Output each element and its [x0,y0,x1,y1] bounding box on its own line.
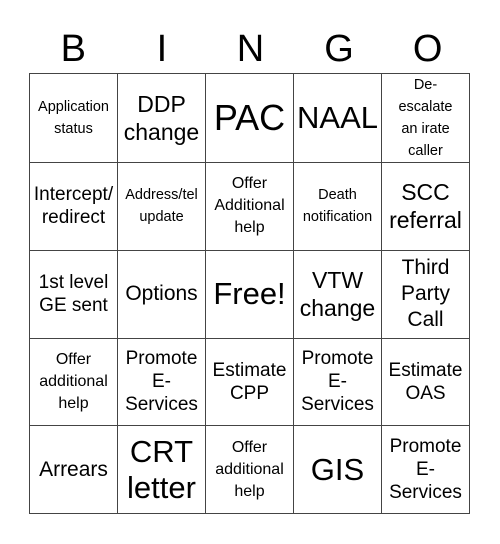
bingo-cell[interactable]: Offer additional help [29,337,118,427]
header-letter-o: O [412,28,443,70]
bingo-cell[interactable]: SCC referral [381,162,470,251]
bingo-cell[interactable]: Promote E- Services [293,337,382,427]
bingo-cell[interactable]: Arrears [29,425,118,514]
bingo-cell[interactable]: Intercept/ redirect [29,162,118,251]
bingo-cell[interactable]: NAAL [293,73,382,163]
bingo-cell[interactable]: CRT letter [117,425,206,514]
bingo-cell[interactable]: Offer Additional help [205,162,294,251]
bingo-cell[interactable]: GIS [293,425,382,514]
header-letter-g: G [324,28,354,70]
bingo-cell[interactable]: De- escalate an irate caller [381,73,470,163]
bingo-cell[interactable]: 1st level GE sent [29,249,118,339]
card-row: 1st level GE sent Options Free! VTW chan… [29,249,470,339]
bingo-cell[interactable]: Death notification [293,162,382,251]
card-row: Intercept/ redirect Address/tel update O… [29,162,470,251]
bingo-cell[interactable]: PAC [205,73,294,163]
card-row: Offer additional help Promote E- Service… [29,337,470,427]
bingo-cell[interactable]: DDP change [117,73,206,163]
bingo-cell[interactable]: Promote E- Services [117,337,206,427]
bingo-cell[interactable]: Promote E- Services [381,425,470,514]
header-letter-n: N [236,28,265,70]
card-row: Arrears CRT letter Offer additional help… [29,425,470,514]
header-letter-b: B [60,28,86,70]
bingo-cell[interactable]: Options [117,249,206,339]
bingo-cell[interactable]: Estimate CPP [205,337,294,427]
bingo-cell[interactable]: Estimate OAS [381,337,470,427]
bingo-cell[interactable]: VTW change [293,249,382,339]
header-letter-i: I [156,28,168,70]
bingo-card: Application status DDP change PAC NAAL D… [29,73,470,514]
bingo-header: B I N G O [29,26,472,72]
bingo-cell[interactable]: Application status [29,73,118,163]
card-row: Application status DDP change PAC NAAL D… [29,73,470,163]
bingo-cell[interactable]: Address/tel update [117,162,206,251]
bingo-cell[interactable]: Offer additional help [205,425,294,514]
bingo-cell[interactable]: Third Party Call [381,249,470,339]
free-space-cell[interactable]: Free! [205,249,294,339]
